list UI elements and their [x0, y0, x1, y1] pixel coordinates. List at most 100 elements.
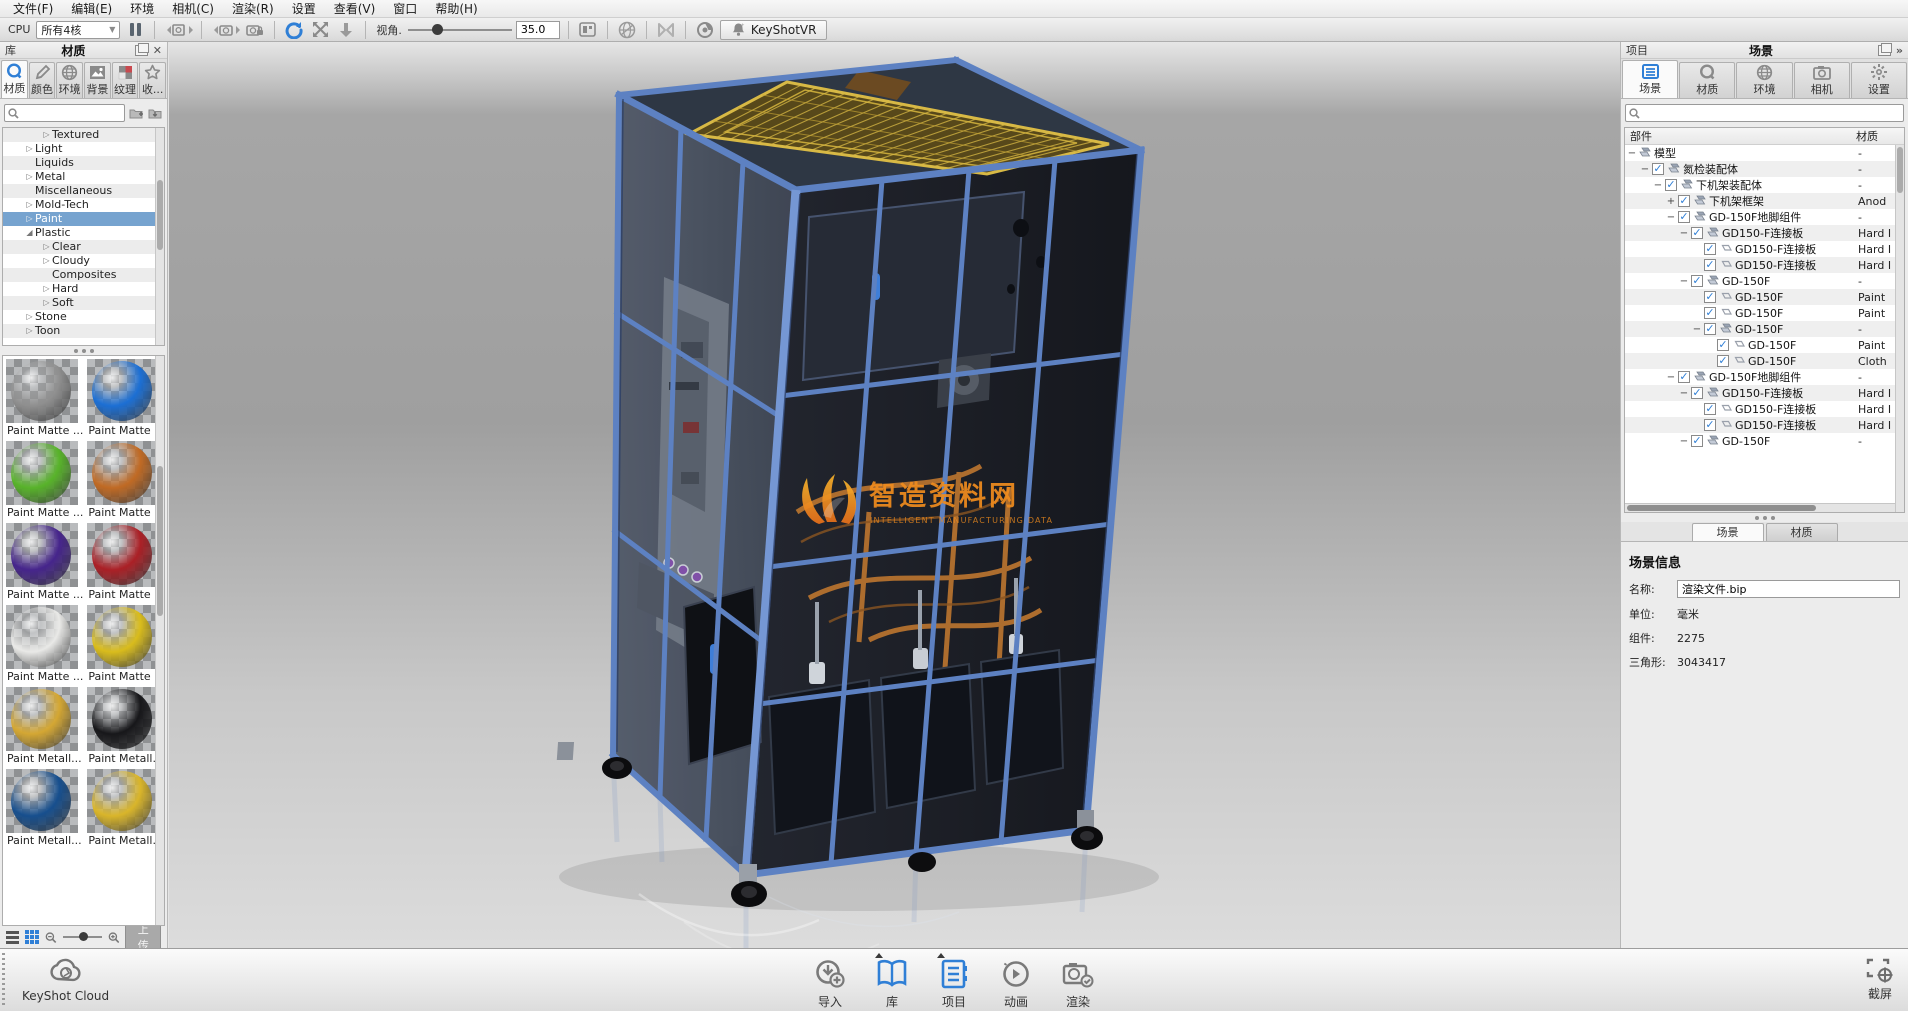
close-panel-icon[interactable]: ✕ [153, 45, 162, 56]
list-view-icon[interactable] [6, 931, 19, 944]
project-tab-2[interactable]: 环境 [1736, 62, 1792, 98]
scene-name-input[interactable] [1677, 580, 1900, 598]
expand-arrow-icon[interactable]: ▷ [24, 212, 35, 226]
animation-play-button[interactable]: 动画 [992, 953, 1040, 1010]
expand-arrow-icon[interactable]: ▷ [41, 128, 52, 142]
material-swatch[interactable]: Paint Metall... [87, 769, 164, 849]
thumbnail-size-slider[interactable] [63, 936, 102, 938]
expand-arrow-icon[interactable]: ▷ [41, 254, 52, 268]
material-swatch[interactable]: Paint Matte ... [6, 605, 83, 685]
render-camera-button[interactable]: 渲染 [1054, 953, 1102, 1010]
library-tab-4[interactable]: 纹理 [112, 62, 139, 98]
collapse-minus-icon[interactable]: − [1679, 276, 1689, 287]
float-panel-icon[interactable] [135, 45, 148, 56]
menu-item-6[interactable]: 查看(V) [325, 0, 385, 18]
material-swatch[interactable]: Paint Metall... [6, 769, 83, 849]
project-tab-0[interactable]: 场景 [1622, 60, 1678, 98]
scene-tree-row[interactable]: −✓GD150-F连接板Hard I [1625, 225, 1904, 241]
scene-tree-row[interactable]: ✓GD150-F连接板Hard I [1625, 257, 1904, 273]
scene-tree-row[interactable]: ✓GD150-F连接板Hard I [1625, 417, 1904, 433]
library-tree-scrollbar[interactable] [155, 128, 164, 345]
scene-tree-row[interactable]: −✓氮检装配体- [1625, 161, 1904, 177]
import-folder-icon[interactable] [148, 107, 163, 120]
collapse-minus-icon[interactable]: − [1692, 324, 1702, 335]
zoom-in-icon[interactable] [108, 931, 120, 944]
scene-tree-row[interactable]: ✓GD150-F连接板Hard I [1625, 241, 1904, 257]
pause-button[interactable] [124, 20, 146, 40]
expand-arrow-icon[interactable]: ▷ [24, 198, 35, 212]
scene-tree-row[interactable]: −✓GD-150F- [1625, 433, 1904, 449]
library-tree-item[interactable]: ◢Plastic [3, 226, 164, 240]
visibility-checkbox[interactable]: ✓ [1678, 195, 1690, 207]
environment-sphere-icon[interactable] [616, 20, 638, 40]
project-doc-button[interactable]: 项目 [930, 953, 978, 1010]
scene-tree-row[interactable]: ✓GD-150FPaint [1625, 289, 1904, 305]
material-swatch[interactable]: Paint Matte ... [87, 523, 164, 603]
float-panel-icon[interactable] [1878, 45, 1891, 56]
collapse-minus-icon[interactable]: − [1666, 212, 1676, 223]
library-book-button[interactable]: 库 [868, 953, 916, 1010]
collapse-minus-icon[interactable]: − [1653, 180, 1663, 191]
library-tree-item[interactable]: ▷Paint [3, 212, 164, 226]
library-tree-item[interactable]: Miscellaneous [3, 184, 164, 198]
scene-tree-row[interactable]: ✓GD-150FPaint [1625, 305, 1904, 321]
material-swatch[interactable]: Paint Matte ... [87, 359, 164, 439]
reset-camera-icon[interactable] [283, 20, 305, 40]
scene-tree-hscrollbar[interactable] [1625, 503, 1895, 512]
expand-arrow-icon[interactable]: ▷ [41, 282, 52, 296]
visibility-checkbox[interactable]: ✓ [1717, 355, 1729, 367]
library-tree-item[interactable]: ▷Clear [3, 240, 164, 254]
collapse-arrow-icon[interactable]: ◢ [24, 226, 35, 240]
visibility-checkbox[interactable]: ✓ [1704, 291, 1716, 303]
material-swatch[interactable]: Paint Matte ... [6, 359, 83, 439]
library-splitter[interactable] [0, 346, 167, 355]
expand-arrow-icon[interactable]: ▷ [24, 324, 35, 338]
visibility-checkbox[interactable]: ✓ [1717, 339, 1729, 351]
fov-input[interactable] [516, 21, 560, 39]
project-tab-4[interactable]: 设置 [1851, 62, 1907, 98]
prev-animation-frame-icon[interactable] [163, 20, 193, 40]
visibility-checkbox[interactable]: ✓ [1678, 371, 1690, 383]
library-tree-item[interactable]: Liquids [3, 156, 164, 170]
swatch-scrollbar[interactable] [155, 356, 164, 925]
expand-arrow-icon[interactable]: ▷ [24, 310, 35, 324]
scene-tree-row[interactable]: −✓GD150-F连接板Hard I [1625, 385, 1904, 401]
visibility-checkbox[interactable]: ✓ [1665, 179, 1677, 191]
expand-arrow-icon[interactable]: ▷ [41, 240, 52, 254]
menu-item-0[interactable]: 文件(F) [4, 0, 62, 18]
project-search-input[interactable] [1643, 107, 1900, 120]
cores-select[interactable]: 所有4核 ▼ [36, 21, 120, 39]
library-tree-item[interactable]: ▷Stone [3, 310, 164, 324]
expand-arrow-icon[interactable]: ▷ [41, 296, 52, 310]
project-search-box[interactable] [1625, 104, 1904, 122]
column-part[interactable]: 部件 [1627, 128, 1856, 144]
visibility-checkbox[interactable]: ✓ [1678, 211, 1690, 223]
visibility-checkbox[interactable]: ✓ [1704, 259, 1716, 271]
vr-toggle-icon[interactable] [655, 20, 677, 40]
zoom-out-icon[interactable] [45, 931, 57, 944]
visibility-checkbox[interactable]: ✓ [1704, 323, 1716, 335]
visibility-checkbox[interactable]: ✓ [1704, 307, 1716, 319]
spin-icon[interactable] [694, 20, 716, 40]
subtab-0[interactable]: 场景 [1692, 523, 1764, 541]
scene-tree-row[interactable]: −✓GD-150F- [1625, 273, 1904, 289]
scene-tree-row[interactable]: +✓下机架框架Anod [1625, 193, 1904, 209]
scene-tree-row[interactable]: ✓GD150-F连接板Hard I [1625, 401, 1904, 417]
menu-item-3[interactable]: 相机(C) [163, 0, 223, 18]
menu-item-5[interactable]: 设置 [283, 0, 325, 18]
library-tab-1[interactable]: 颜色 [29, 62, 56, 98]
keyshotvr-button[interactable]: KeyShotVR [720, 20, 828, 40]
scene-tree-row[interactable]: −✓GD-150F- [1625, 321, 1904, 337]
expand-plus-icon[interactable]: + [1666, 196, 1676, 207]
library-tree-item[interactable]: ▷Toon [3, 324, 164, 338]
material-swatch[interactable]: Paint Matte ... [6, 441, 83, 521]
realtime-viewport[interactable]: 智造资料网 INTELLIGENT MANUFACTURING DATA [169, 42, 1620, 948]
region-render-icon[interactable] [577, 20, 599, 40]
collapse-minus-icon[interactable]: − [1679, 388, 1689, 399]
pan-move-icon[interactable] [309, 20, 331, 40]
material-swatch[interactable]: Paint Metall... [6, 687, 83, 767]
expand-arrow-icon[interactable]: ▷ [24, 170, 35, 184]
collapse-panel-icon[interactable]: » [1896, 45, 1903, 56]
camera-lock-icon[interactable] [244, 20, 266, 40]
library-search-box[interactable] [4, 104, 125, 122]
